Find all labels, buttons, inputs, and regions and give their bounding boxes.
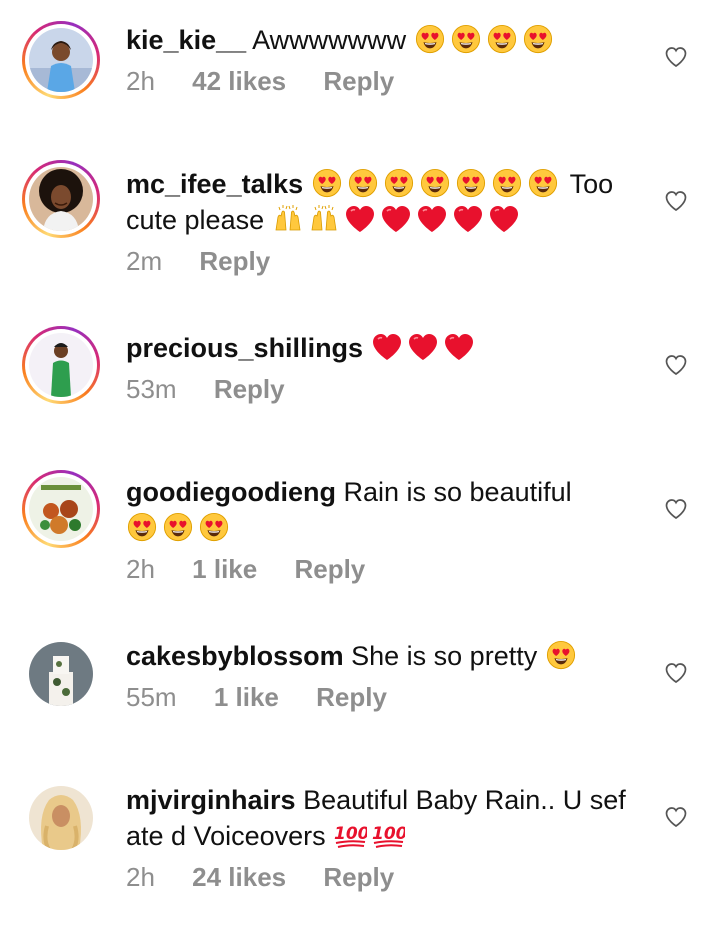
heart-eyes-emoji-icon <box>198 512 230 542</box>
likes-count[interactable]: 1 like <box>214 682 279 712</box>
comment-meta: 2h 42 likes Reply <box>126 66 424 97</box>
comment-meta: 2h 24 likes Reply <box>126 862 424 893</box>
heart-eyes-emoji-icon <box>450 24 482 54</box>
likes-count[interactable]: 24 likes <box>192 862 286 892</box>
avatar[interactable] <box>22 470 100 548</box>
avatar[interactable] <box>22 21 100 99</box>
likes-count[interactable]: 1 like <box>192 554 257 584</box>
avatar[interactable] <box>29 642 93 706</box>
red-heart-emoji-icon <box>371 332 403 362</box>
like-heart-icon[interactable] <box>664 353 688 377</box>
heart-eyes-emoji-icon <box>486 24 518 54</box>
emoji-group <box>311 169 563 199</box>
hundred-points-emoji-icon <box>371 820 405 850</box>
reply-button[interactable]: Reply <box>214 374 285 404</box>
comment-text: precious_shillings <box>126 330 626 366</box>
heart-eyes-emoji-icon <box>455 168 487 198</box>
heart-eyes-emoji-icon <box>126 512 158 542</box>
comment-body-line2: cute please <box>126 205 265 235</box>
timestamp: 2h <box>126 66 155 96</box>
comment-text: goodiegoodieng Rain is so beautiful <box>126 474 626 546</box>
comment-body: Beautiful Baby Rain.. U sef <box>303 785 626 815</box>
reply-button[interactable]: Reply <box>294 554 365 584</box>
comment-body: Too <box>569 169 614 199</box>
red-heart-emoji-icon <box>344 204 376 234</box>
timestamp: 53m <box>126 374 177 404</box>
username[interactable]: precious_shillings <box>126 333 363 363</box>
like-heart-icon[interactable] <box>664 189 688 213</box>
red-heart-emoji-icon <box>380 204 412 234</box>
heart-eyes-emoji-icon <box>311 168 343 198</box>
like-heart-icon[interactable] <box>664 497 688 521</box>
avatar[interactable] <box>22 326 100 404</box>
red-heart-emoji-icon <box>452 204 484 234</box>
timestamp: 2h <box>126 554 155 584</box>
likes-count[interactable]: 42 likes <box>192 66 286 96</box>
comment-meta: 2m Reply <box>126 246 300 277</box>
comment-text: mc_ifee_talks Too cute please <box>126 166 626 238</box>
reply-button[interactable]: Reply <box>316 682 387 712</box>
comment-meta: 53m Reply <box>126 374 315 405</box>
heart-eyes-emoji-icon <box>162 512 194 542</box>
reply-button[interactable]: Reply <box>323 862 394 892</box>
avatar[interactable] <box>22 160 100 238</box>
avatar[interactable] <box>29 786 93 850</box>
raising-hands-emoji-icon <box>308 204 340 234</box>
reply-button[interactable]: Reply <box>199 246 270 276</box>
username[interactable]: kie_kie__ <box>126 25 246 55</box>
comment-meta: 2h 1 like Reply <box>126 554 395 585</box>
comment-body-line2: ate d Voiceovers <box>126 821 326 851</box>
comment-body: She is so pretty <box>351 641 538 671</box>
red-heart-emoji-icon <box>416 204 448 234</box>
emoji-group <box>414 25 558 55</box>
heart-eyes-emoji-icon <box>419 168 451 198</box>
heart-eyes-emoji-icon <box>522 24 554 54</box>
comment-text: kie_kie__ Awwwwwww <box>126 22 626 58</box>
comment-text: cakesbyblossom She is so pretty <box>126 638 626 674</box>
heart-eyes-emoji-icon <box>527 168 559 198</box>
emoji-group <box>333 821 409 851</box>
raising-hands-emoji-icon <box>272 204 304 234</box>
comment-body: Rain is so beautiful <box>343 477 572 507</box>
like-heart-icon[interactable] <box>664 45 688 69</box>
like-heart-icon[interactable] <box>664 805 688 829</box>
red-heart-emoji-icon <box>443 332 475 362</box>
timestamp: 55m <box>126 682 177 712</box>
red-heart-emoji-icon <box>407 332 439 362</box>
username[interactable]: goodiegoodieng <box>126 477 336 507</box>
heart-eyes-emoji-icon <box>414 24 446 54</box>
timestamp: 2m <box>126 246 163 276</box>
emoji-group <box>371 333 479 363</box>
username[interactable]: mjvirginhairs <box>126 785 296 815</box>
hundred-points-emoji-icon <box>333 820 367 850</box>
heart-eyes-emoji-icon <box>545 640 577 670</box>
emoji-group <box>545 641 581 671</box>
emoji-group <box>272 205 524 235</box>
username[interactable]: mc_ifee_talks <box>126 169 303 199</box>
emoji-group <box>126 513 234 543</box>
comment-text: mjvirginhairs Beautiful Baby Rain.. U se… <box>126 782 626 854</box>
comment-body: Awwwwwww <box>252 25 407 55</box>
heart-eyes-emoji-icon <box>383 168 415 198</box>
comment-meta: 55m 1 like Reply <box>126 682 417 713</box>
reply-button[interactable]: Reply <box>323 66 394 96</box>
like-heart-icon[interactable] <box>664 661 688 685</box>
username[interactable]: cakesbyblossom <box>126 641 344 671</box>
red-heart-emoji-icon <box>488 204 520 234</box>
timestamp: 2h <box>126 862 155 892</box>
heart-eyes-emoji-icon <box>491 168 523 198</box>
heart-eyes-emoji-icon <box>347 168 379 198</box>
